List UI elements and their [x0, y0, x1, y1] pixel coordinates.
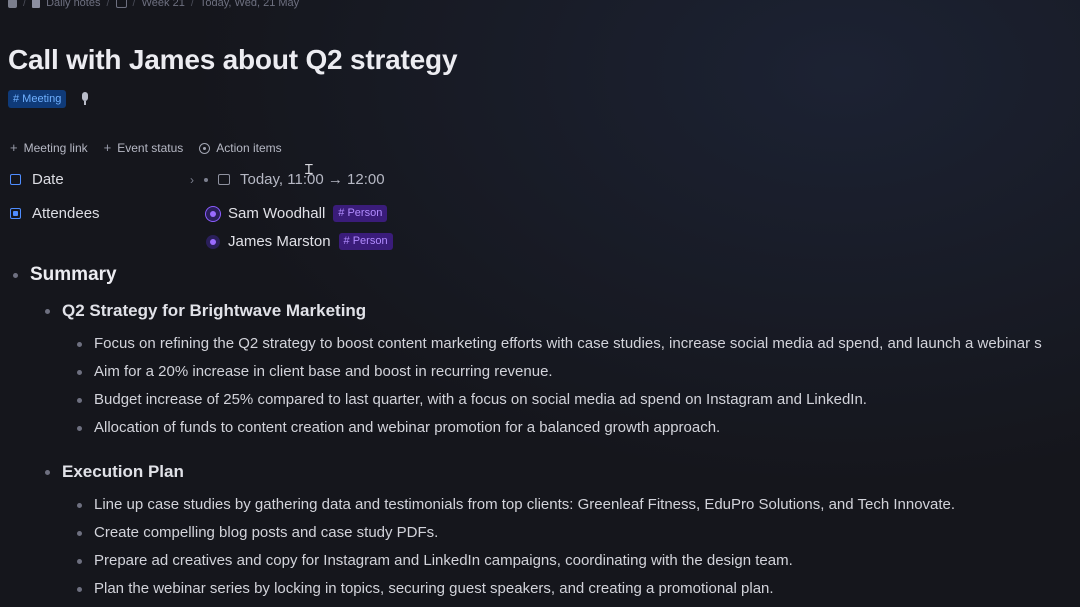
- attendee-name[interactable]: Sam Woodhall: [228, 205, 325, 222]
- microphone-icon[interactable]: [78, 91, 92, 107]
- breadcrumb-daily-notes[interactable]: Daily notes: [46, 0, 100, 9]
- list-item[interactable]: Budget increase of 25% compared to last …: [94, 391, 867, 408]
- action-label: Event status: [117, 141, 184, 155]
- property-actions: + Meeting link + Event status Action ite…: [10, 141, 282, 155]
- section-heading[interactable]: Execution Plan: [62, 462, 184, 482]
- breadcrumb-separator: /: [132, 0, 136, 9]
- chevron-right-icon[interactable]: ›: [190, 173, 194, 187]
- breadcrumb-separator: /: [190, 0, 194, 9]
- bullet-icon[interactable]: [77, 398, 82, 403]
- person-tag[interactable]: # Person: [333, 205, 388, 222]
- property-label: Attendees: [32, 205, 100, 222]
- property-label: Date: [32, 171, 64, 188]
- attendee-item[interactable]: James Marston # Person: [206, 233, 393, 250]
- bullet-icon[interactable]: [77, 531, 82, 536]
- workspace-icon[interactable]: [8, 0, 17, 8]
- action-label: Meeting link: [23, 141, 88, 155]
- attendee-name[interactable]: James Marston: [228, 233, 331, 250]
- calendar-icon: [218, 174, 230, 185]
- action-label: Action items: [216, 141, 282, 155]
- date-range[interactable]: Today, 11:00 → 12:00: [240, 171, 385, 188]
- breadcrumb-separator: /: [106, 0, 110, 9]
- list-item[interactable]: Create compelling blog posts and case st…: [94, 524, 438, 541]
- attendee-item[interactable]: Sam Woodhall # Person: [206, 205, 388, 222]
- bullet-icon[interactable]: [77, 503, 82, 508]
- list-item[interactable]: Aim for a 20% increase in client base an…: [94, 363, 553, 380]
- summary-heading[interactable]: Summary: [30, 264, 117, 286]
- bullet-icon[interactable]: [77, 559, 82, 564]
- add-meeting-link-button[interactable]: + Meeting link: [10, 141, 88, 155]
- add-event-status-button[interactable]: + Event status: [104, 141, 184, 155]
- calendar-icon: [115, 0, 127, 8]
- bullet-icon[interactable]: [45, 470, 50, 475]
- breadcrumb: / Daily notes / / Week 21 / Today, Wed, …: [8, 0, 299, 11]
- list-item[interactable]: Plan the webinar series by locking in to…: [94, 580, 774, 597]
- plus-icon: +: [10, 140, 18, 155]
- plus-icon: +: [103, 140, 112, 155]
- property-date[interactable]: Date: [10, 171, 192, 188]
- bullet-icon[interactable]: [13, 273, 18, 278]
- bullet-icon[interactable]: [77, 587, 82, 592]
- person-tag[interactable]: # Person: [338, 233, 393, 250]
- bullet-icon[interactable]: [77, 370, 82, 375]
- breadcrumb-separator: /: [23, 0, 27, 9]
- property-attendees[interactable]: Attendees: [10, 205, 192, 222]
- date-value[interactable]: › Today, 11:00 → 12:00: [190, 171, 385, 188]
- bullet-icon[interactable]: [77, 426, 82, 431]
- breadcrumb-week[interactable]: Week 21: [142, 0, 185, 9]
- attendees-property-icon: [10, 208, 21, 219]
- list-item[interactable]: Line up case studies by gathering data a…: [94, 496, 955, 513]
- person-icon: [206, 206, 220, 221]
- action-items-button[interactable]: Action items: [199, 141, 282, 155]
- document-icon: [32, 0, 41, 8]
- list-item[interactable]: Focus on refining the Q2 strategy to boo…: [94, 335, 1042, 352]
- meeting-tag[interactable]: # Meeting: [8, 90, 67, 108]
- page-title[interactable]: Call with James about Q2 strategy: [8, 44, 458, 76]
- list-item[interactable]: Prepare ad creatives and copy for Instag…: [94, 552, 793, 569]
- target-icon: [199, 142, 211, 154]
- bullet-icon: [204, 177, 208, 182]
- bullet-icon[interactable]: [77, 342, 82, 347]
- tag-row: # Meeting: [8, 90, 92, 108]
- calendar-property-icon: [10, 174, 21, 185]
- list-item[interactable]: Allocation of funds to content creation …: [94, 419, 720, 436]
- person-icon: [206, 234, 220, 249]
- bullet-icon[interactable]: [45, 309, 50, 314]
- breadcrumb-today[interactable]: Today, Wed, 21 May: [200, 0, 299, 9]
- section-heading[interactable]: Q2 Strategy for Brightwave Marketing: [62, 301, 366, 321]
